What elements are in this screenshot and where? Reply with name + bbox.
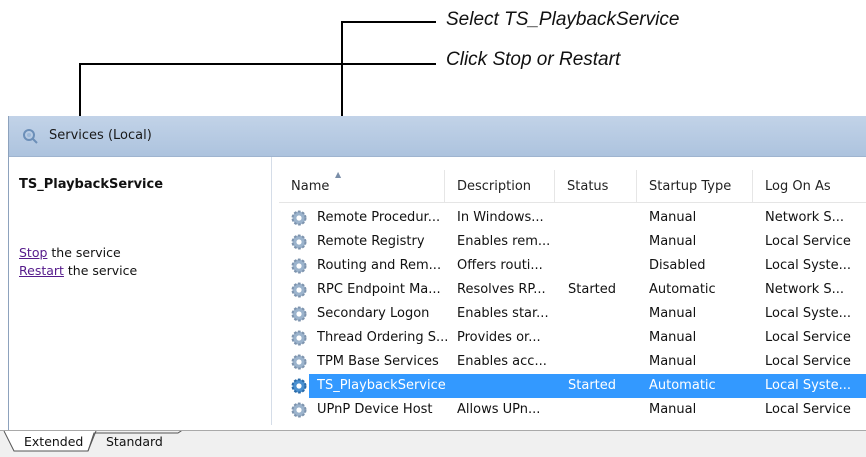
column-header-startup-type[interactable]: Startup Type [637, 170, 753, 202]
column-header-description[interactable]: Description [445, 170, 555, 202]
tab-extended[interactable]: Extended [18, 431, 89, 453]
gear-icon [291, 258, 307, 274]
cell-description: Enables rem... [457, 234, 551, 249]
leader-line-click [79, 63, 436, 65]
cell-startup-type: Manual [649, 234, 697, 249]
services-window: Services (Local) TS_PlaybackService Stop… [8, 116, 866, 456]
cell-description: Allows UPn... [457, 402, 541, 417]
cell-name: TPM Base Services [317, 354, 439, 369]
stop-link-suffix: the service [47, 245, 121, 260]
cell-name: TS_PlaybackService [317, 378, 446, 393]
sort-ascending-icon: ▲ [335, 170, 342, 179]
tab-standard[interactable]: Standard [100, 431, 169, 453]
cell-name: Thread Ordering S... [317, 330, 449, 345]
selected-service-name: TS_PlaybackService [19, 177, 164, 192]
table-row[interactable]: Routing and Rem... Offers routi... Disable… [279, 254, 866, 278]
restart-action: Restart the service [19, 263, 137, 278]
gear-icon [291, 402, 307, 418]
cell-startup-type: Automatic [649, 378, 716, 393]
gear-icon [291, 378, 307, 394]
cell-startup-type: Manual [649, 210, 697, 225]
cell-name: UPnP Device Host [317, 402, 433, 417]
gear-icon [291, 234, 307, 250]
cell-startup-type: Disabled [649, 258, 706, 273]
cell-log-on-as: Local Service [765, 354, 851, 369]
cell-status: Started [568, 378, 617, 393]
window-title-bar: Services (Local) [9, 116, 866, 157]
cell-description: Enables star... [457, 306, 549, 321]
cell-log-on-as: Local Service [765, 234, 851, 249]
stop-link[interactable]: Stop [19, 245, 47, 260]
column-header-status[interactable]: Status [555, 170, 637, 202]
cell-startup-type: Automatic [649, 282, 716, 297]
services-icon [23, 129, 38, 144]
restart-link-suffix: the service [63, 263, 138, 278]
view-tabs: Extended Standard [0, 430, 866, 457]
service-detail-pane: TS_PlaybackService Stop the service Rest… [9, 157, 272, 425]
cell-startup-type: Manual [649, 402, 697, 417]
cell-log-on-as: Network S... [765, 282, 845, 297]
table-row[interactable]: RPC Endpoint Ma... Resolves RP... Started A… [279, 278, 866, 302]
cell-startup-type: Manual [649, 354, 697, 369]
cell-description: Enables acc... [457, 354, 547, 369]
services-list: ▲ Name Description Status Startup Type L… [279, 170, 866, 426]
cell-description: Offers routi... [457, 258, 543, 273]
table-row[interactable]: Remote Procedur... In Windows... Manual Net… [279, 206, 866, 230]
cell-log-on-as: Local Syste... [765, 258, 852, 273]
cell-log-on-as: Local Service [765, 402, 851, 417]
stop-action: Stop the service [19, 245, 121, 260]
restart-link[interactable]: Restart [19, 263, 64, 278]
gear-icon [291, 354, 307, 370]
callout-stop-restart: Click Stop or Restart [446, 49, 621, 70]
column-header-log-on-as[interactable]: Log On As [753, 170, 866, 202]
cell-startup-type: Manual [649, 330, 697, 345]
table-row[interactable]: Thread Ordering S... Provides or... Manual… [279, 326, 866, 350]
table-row[interactable]: TS_PlaybackService Started Automatic Local … [279, 374, 866, 398]
table-row[interactable]: Secondary Logon Enables star... Manual Loca… [279, 302, 866, 326]
table-row[interactable]: UPnP Device Host Allows UPn... Manual Local… [279, 398, 866, 422]
gear-icon [291, 282, 307, 298]
cell-name: Remote Procedur... [317, 210, 441, 225]
cell-status: Started [568, 282, 617, 297]
cell-name: RPC Endpoint Ma... [317, 282, 441, 297]
cell-name: Routing and Rem... [317, 258, 442, 273]
window-title: Services (Local) [49, 128, 152, 143]
pane-divider [271, 157, 866, 169]
cell-description: In Windows... [457, 210, 544, 225]
cell-log-on-as: Local Service [765, 330, 851, 345]
table-row[interactable]: TPM Base Services Enables acc... Manual Loc… [279, 350, 866, 374]
cell-name: Secondary Logon [317, 306, 430, 321]
cell-startup-type: Manual [649, 306, 697, 321]
cell-log-on-as: Local Syste... [765, 378, 852, 393]
gear-icon [291, 210, 307, 226]
cell-log-on-as: Network S... [765, 210, 845, 225]
callout-select-service: Select TS_PlaybackService [446, 9, 680, 30]
column-header-name-label: Name [291, 179, 330, 194]
column-header-name[interactable]: ▲ Name [279, 170, 445, 202]
leader-line-select [341, 21, 436, 23]
gear-icon [291, 306, 307, 322]
cell-description: Provides or... [457, 330, 541, 345]
cell-name: Remote Registry [317, 234, 425, 249]
cell-description: Resolves RP... [457, 282, 546, 297]
cell-log-on-as: Local Syste... [765, 306, 852, 321]
table-row[interactable]: Remote Registry Enables rem... Manual Local… [279, 230, 866, 254]
gear-icon [291, 330, 307, 346]
list-header: ▲ Name Description Status Startup Type L… [279, 170, 866, 203]
